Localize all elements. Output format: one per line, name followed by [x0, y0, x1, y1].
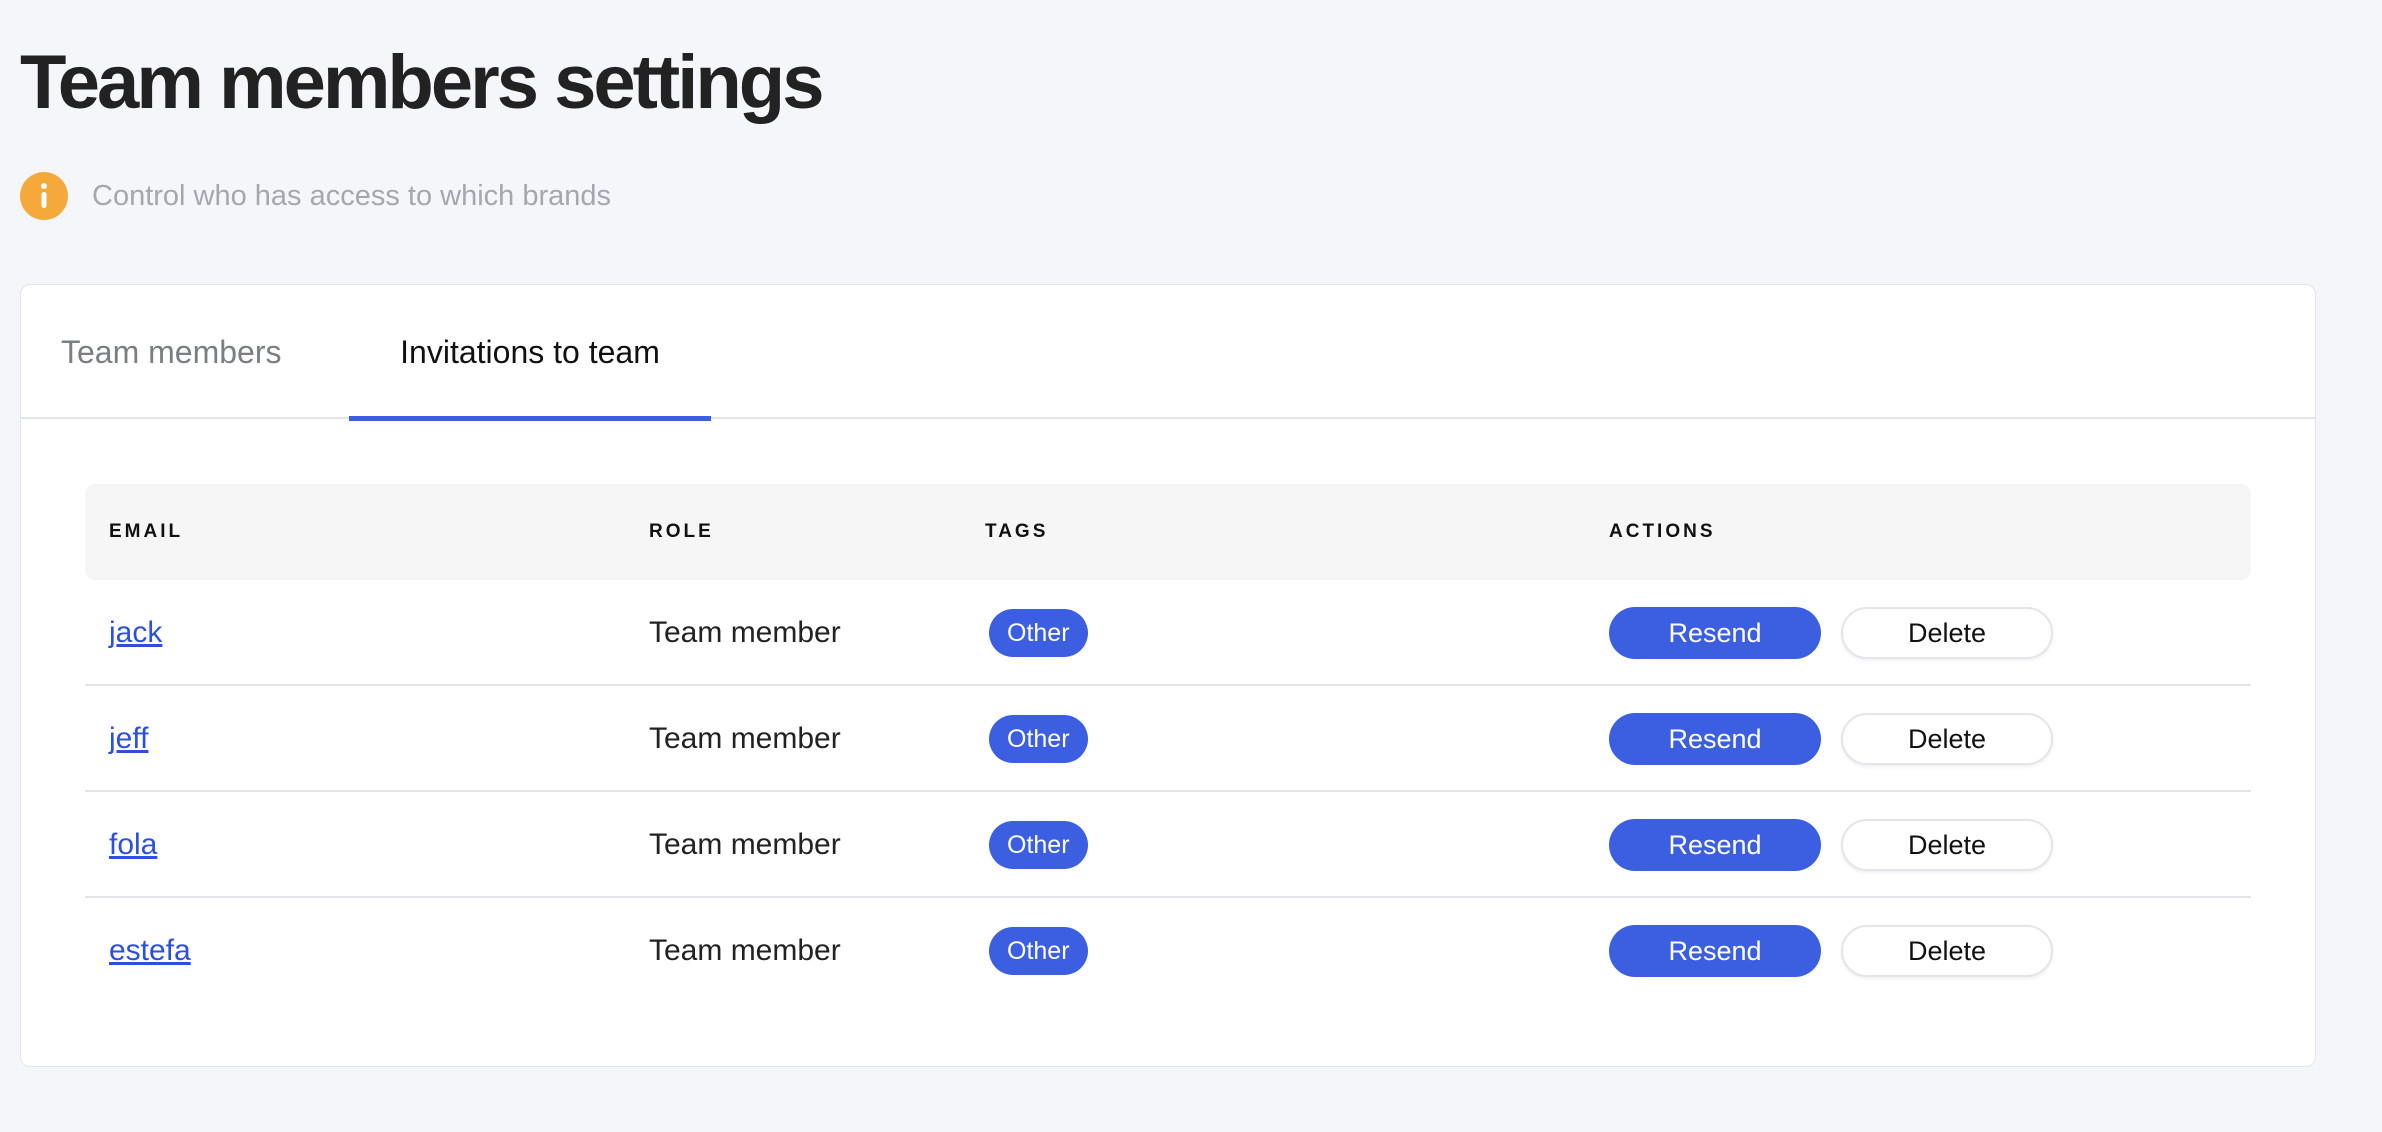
page: Team members settings Control who has ac…	[0, 0, 2382, 1132]
column-header-role[interactable]: ROLE	[649, 484, 714, 580]
column-header-tags[interactable]: TAGS	[985, 484, 1048, 580]
page-subtitle: Control who has access to which brands	[92, 179, 612, 212]
table-row: fola Team member Other Resend Delete	[85, 792, 2251, 898]
table-row: jack Team member Other Resend Delete	[85, 580, 2251, 686]
resend-button[interactable]: Resend	[1609, 925, 1821, 977]
role-text: Team member	[649, 616, 841, 649]
table-row: estefa Team member Other Resend Delete	[85, 898, 2251, 1004]
resend-button[interactable]: Resend	[1609, 819, 1821, 871]
info-icon	[20, 172, 68, 220]
tag-badge: Other	[989, 927, 1088, 975]
invitation-email-link[interactable]: fola	[109, 828, 157, 862]
resend-button[interactable]: Resend	[1609, 607, 1821, 659]
role-text: Team member	[649, 722, 841, 755]
delete-button[interactable]: Delete	[1841, 925, 2053, 977]
resend-button[interactable]: Resend	[1609, 713, 1821, 765]
invitation-email-link[interactable]: jeff	[109, 722, 148, 756]
table-row: jeff Team member Other Resend Delete	[85, 686, 2251, 792]
tab-invitations-to-team[interactable]: Invitations to team	[349, 285, 711, 421]
page-title: Team members settings	[20, 40, 824, 125]
tag-badge: Other	[989, 609, 1088, 657]
role-text: Team member	[649, 828, 841, 861]
table-header: EMAIL ROLE TAGS ACTIONS	[85, 484, 2251, 580]
tab-team-members[interactable]: Team members	[61, 285, 311, 419]
delete-button[interactable]: Delete	[1841, 819, 2053, 871]
invitations-table: EMAIL ROLE TAGS ACTIONS jack Team member…	[85, 484, 2251, 1004]
tab-bar: Team members Invitations to team	[21, 285, 2315, 421]
column-header-actions: ACTIONS	[1609, 521, 1716, 542]
invitation-email-link[interactable]: estefa	[109, 934, 191, 968]
role-text: Team member	[649, 934, 841, 967]
invitation-email-link[interactable]: jack	[109, 616, 162, 650]
column-header-email[interactable]: EMAIL	[109, 484, 183, 580]
page-description: Control who has access to which brands	[20, 172, 611, 220]
invitations-card: Team members Invitations to team EMAIL R…	[20, 284, 2316, 1067]
tag-badge: Other	[989, 715, 1088, 763]
tag-badge: Other	[989, 821, 1088, 869]
delete-button[interactable]: Delete	[1841, 607, 2053, 659]
delete-button[interactable]: Delete	[1841, 713, 2053, 765]
